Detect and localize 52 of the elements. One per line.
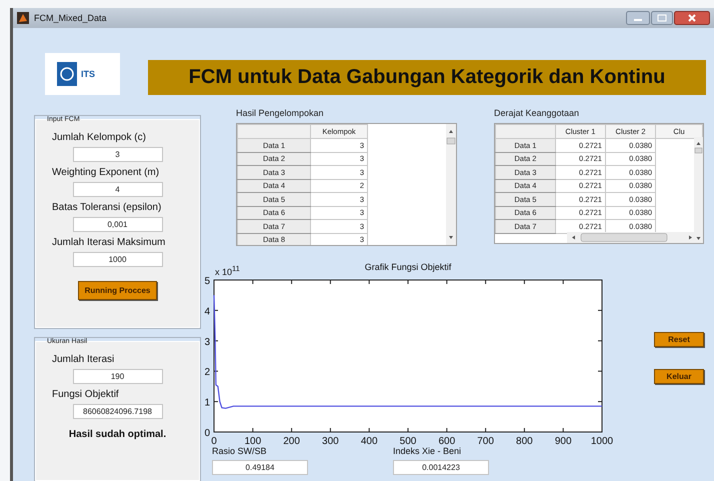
output-field[interactable]: 0.49184 [212,460,308,475]
scrollbar[interactable] [446,124,456,245]
field-label: Fungsi Objektif [51,389,119,400]
field-label: Jumlah Iterasi Maksimum [51,237,166,248]
close-icon[interactable] [674,11,710,25]
input-field[interactable]: 3 [72,147,162,162]
tick-label: 700 [477,436,494,447]
tick-label: 3 [204,336,210,348]
field-label: Indeks Xie - Beni [393,446,462,456]
logo-text: ITS [81,69,96,79]
tick-label: 500 [400,436,416,447]
axis-multiplier: x 10$^{11}$ [215,264,240,277]
output-field[interactable]: 190 [72,369,162,384]
maximize-icon[interactable] [651,11,673,25]
field-label: Rasio SW/SB [212,446,268,456]
field-label: Batas Toleransi (epsilon) [51,202,162,213]
tick-label: 5 [204,276,210,287]
tick-label: 600 [438,436,456,447]
field-label: Jumlah Iterasi [51,354,114,365]
tick-label: 900 [554,436,572,447]
tick-label: 2 [204,367,210,378]
scrollbar[interactable] [694,137,703,243]
field-label: Weighting Exponent (m) [51,167,160,178]
tick-label: 300 [322,436,339,447]
tick-label: 1 [204,398,210,409]
output-field[interactable]: 86060824096.7198 [72,404,162,419]
table-title: Hasil Pengelompokan [236,108,325,118]
output-field[interactable]: 0.0014223 [393,460,489,475]
status-message: Hasil sudah optimal. [68,429,166,440]
action-button[interactable]: Keluar [654,369,704,384]
action-button[interactable]: Reset [654,332,704,347]
app-icon [17,12,29,24]
minimize-icon[interactable] [626,11,650,25]
tick-label: 200 [283,436,300,447]
scrollbar[interactable] [567,232,697,243]
tick-label: 4 [204,306,210,318]
tick-label: 0 [211,436,217,447]
tick-label: 400 [360,436,378,447]
banner-title: FCM untuk Data Gabungan Kategorik dan Kontinu [148,60,706,95]
tick-label: 1000 [590,436,614,447]
chart-title: Grafik Fungsi Objektif [364,262,452,272]
emblem-icon [57,62,77,86]
window-title: FCM_Mixed_Data [34,13,107,23]
input-field[interactable]: 4 [72,182,162,197]
input-field[interactable]: 1000 [72,252,162,267]
input-field[interactable]: 0,001 [72,217,162,232]
tick-label: 0 [204,428,210,439]
tick-label: 800 [516,436,533,447]
tick-label: 100 [244,436,262,447]
table-title: Derajat Keanggotaan [494,108,580,118]
field-label: Jumlah Kelompok (c) [51,132,146,143]
run-button[interactable]: Running Procces [78,281,158,300]
